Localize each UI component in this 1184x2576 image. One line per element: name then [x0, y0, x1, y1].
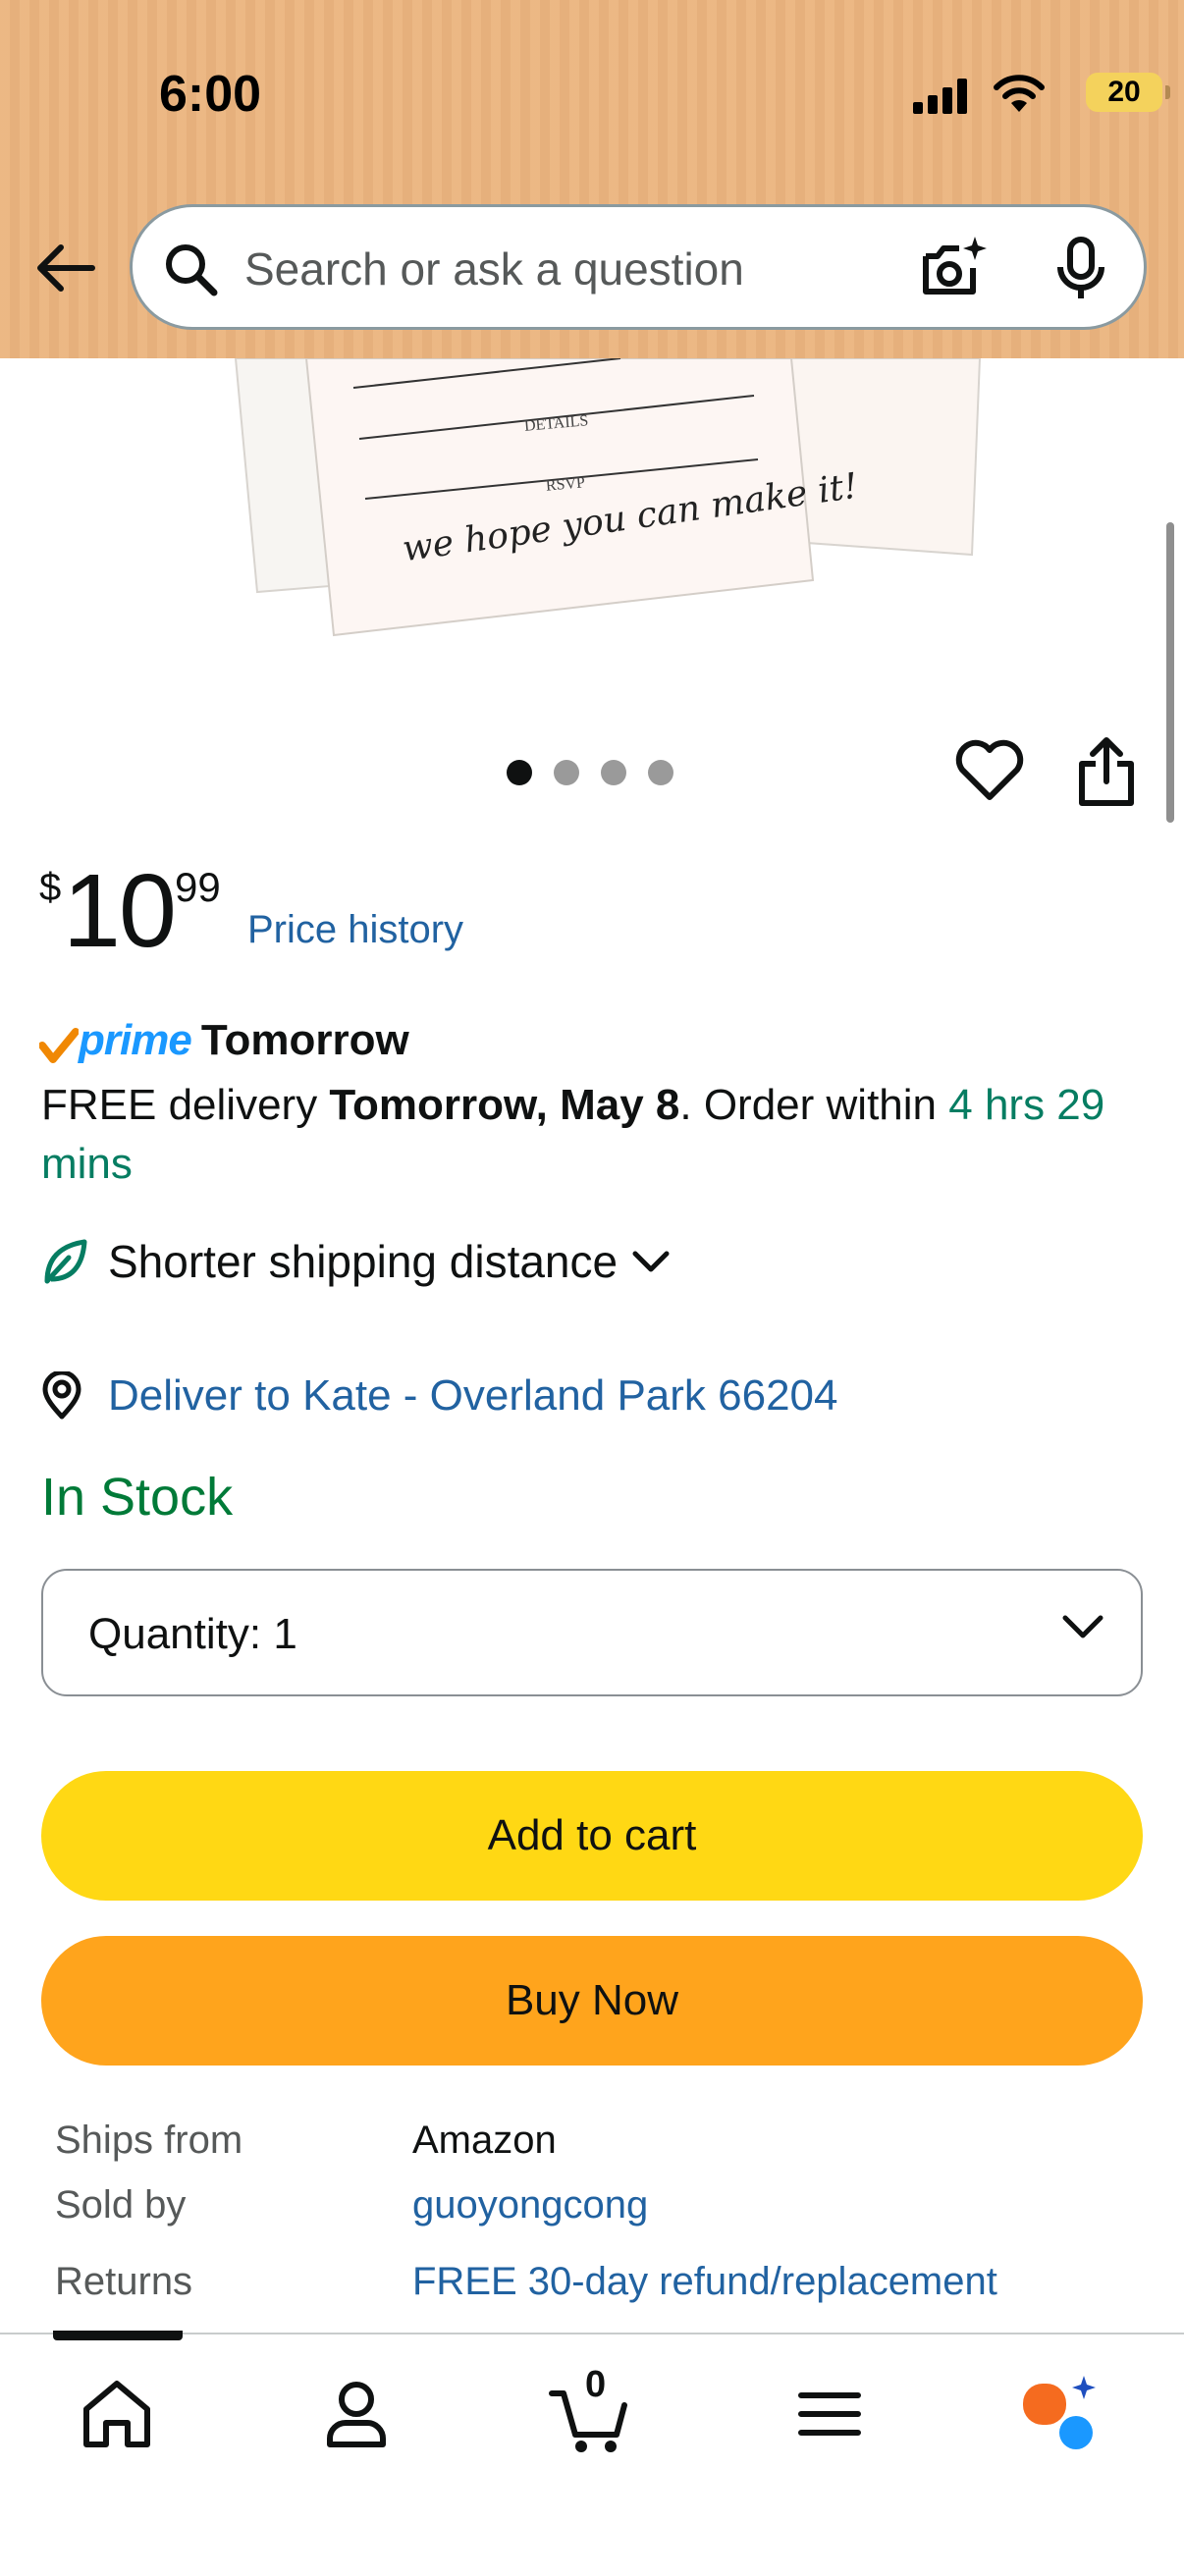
leaf-icon	[44, 1239, 87, 1284]
carousel-dot-4[interactable]	[648, 760, 673, 785]
cellular-signal-icon	[913, 79, 967, 114]
search-icon	[166, 244, 218, 296]
battery-level: 20	[1107, 76, 1141, 108]
location-pin-icon	[42, 1371, 81, 1420]
quantity-label-text: Quantity:	[88, 1610, 262, 1658]
status-icons: 20	[870, 69, 1184, 124]
wifi-icon	[994, 75, 1045, 112]
returns-policy-link[interactable]: FREE 30-day refund/replacement	[412, 2260, 997, 2304]
microphone-icon[interactable]	[1051, 237, 1110, 301]
share-icon[interactable]	[1076, 734, 1137, 807]
info-key: Returns	[55, 2260, 193, 2303]
cart-count: 0	[585, 2364, 607, 2405]
prime-badge: prime Tomorrow	[39, 1011, 409, 1070]
seller-link[interactable]: guoyongcong	[412, 2183, 648, 2227]
rufus-assistant-icon[interactable]	[1015, 2370, 1103, 2458]
account-icon[interactable]	[312, 2370, 401, 2458]
carousel-dot-2[interactable]	[554, 760, 579, 785]
search-bar[interactable]: Search or ask a question	[130, 204, 1147, 330]
delivery-order-within: . Order within	[679, 1081, 949, 1129]
heart-icon[interactable]	[954, 738, 1025, 803]
app-header: 6:00 20 Search or ask a question	[0, 0, 1184, 358]
chevron-down-icon	[1062, 1615, 1103, 1638]
status-time: 6:00	[159, 66, 262, 123]
product-image[interactable]: DETAILS RSVP we hope you can make it!	[0, 358, 1184, 682]
battery-indicator: 20	[1086, 73, 1170, 112]
info-key: Ships from	[55, 2119, 243, 2162]
search-input[interactable]: Search or ask a question	[244, 242, 744, 295]
shipping-distance-toggle[interactable]: Shorter shipping distance	[39, 1227, 671, 1296]
image-carousel-dots[interactable]	[507, 760, 673, 785]
menu-icon[interactable]	[785, 2370, 874, 2458]
quantity-label: Quantity: 1	[88, 1610, 297, 1659]
cart-nav-item[interactable]: 0	[546, 2364, 634, 2458]
bottom-nav: 0	[0, 2331, 1184, 2576]
price-symbol: $	[39, 866, 62, 909]
carousel-dot-3[interactable]	[601, 760, 626, 785]
buy-now-button[interactable]: Buy Now	[41, 1936, 1143, 2066]
delivery-free-prefix: FREE delivery	[41, 1081, 330, 1129]
prime-check-icon	[39, 1028, 79, 1063]
card-rsvp-label: RSVP	[545, 474, 586, 495]
chevron-down-icon	[632, 1251, 670, 1272]
scrollbar[interactable]	[1166, 522, 1174, 823]
delivery-message: FREE delivery Tomorrow, May 8. Order wit…	[41, 1076, 1151, 1194]
shipping-distance-label: Shorter shipping distance	[108, 1236, 619, 1287]
carousel-dot-1[interactable]	[507, 760, 532, 785]
quantity-value: 1	[273, 1610, 297, 1658]
price-history-link[interactable]: Price history	[247, 908, 463, 952]
stock-status: In Stock	[41, 1468, 234, 1527]
info-key: Sold by	[55, 2183, 187, 2227]
back-arrow-icon[interactable]	[31, 234, 100, 302]
add-to-cart-button[interactable]: Add to cart	[41, 1771, 1143, 1901]
delivery-date: Tomorrow, May 8	[329, 1081, 680, 1129]
info-value: Amazon	[412, 2119, 557, 2162]
home-icon[interactable]	[73, 2370, 161, 2458]
prime-label: prime	[79, 1016, 192, 1064]
deliver-to-location[interactable]: Deliver to Kate - Overland Park 66204	[39, 1365, 838, 1427]
quantity-dropdown[interactable]: Quantity: 1	[41, 1569, 1143, 1696]
camera-search-icon[interactable]	[918, 235, 989, 303]
prime-delivery-day: Tomorrow	[200, 1016, 409, 1064]
active-tab-indicator	[53, 2331, 183, 2340]
price-fraction: 99	[175, 864, 221, 910]
deliver-to-text[interactable]: Deliver to Kate - Overland Park 66204	[108, 1371, 838, 1421]
price-whole: 10	[63, 853, 177, 969]
